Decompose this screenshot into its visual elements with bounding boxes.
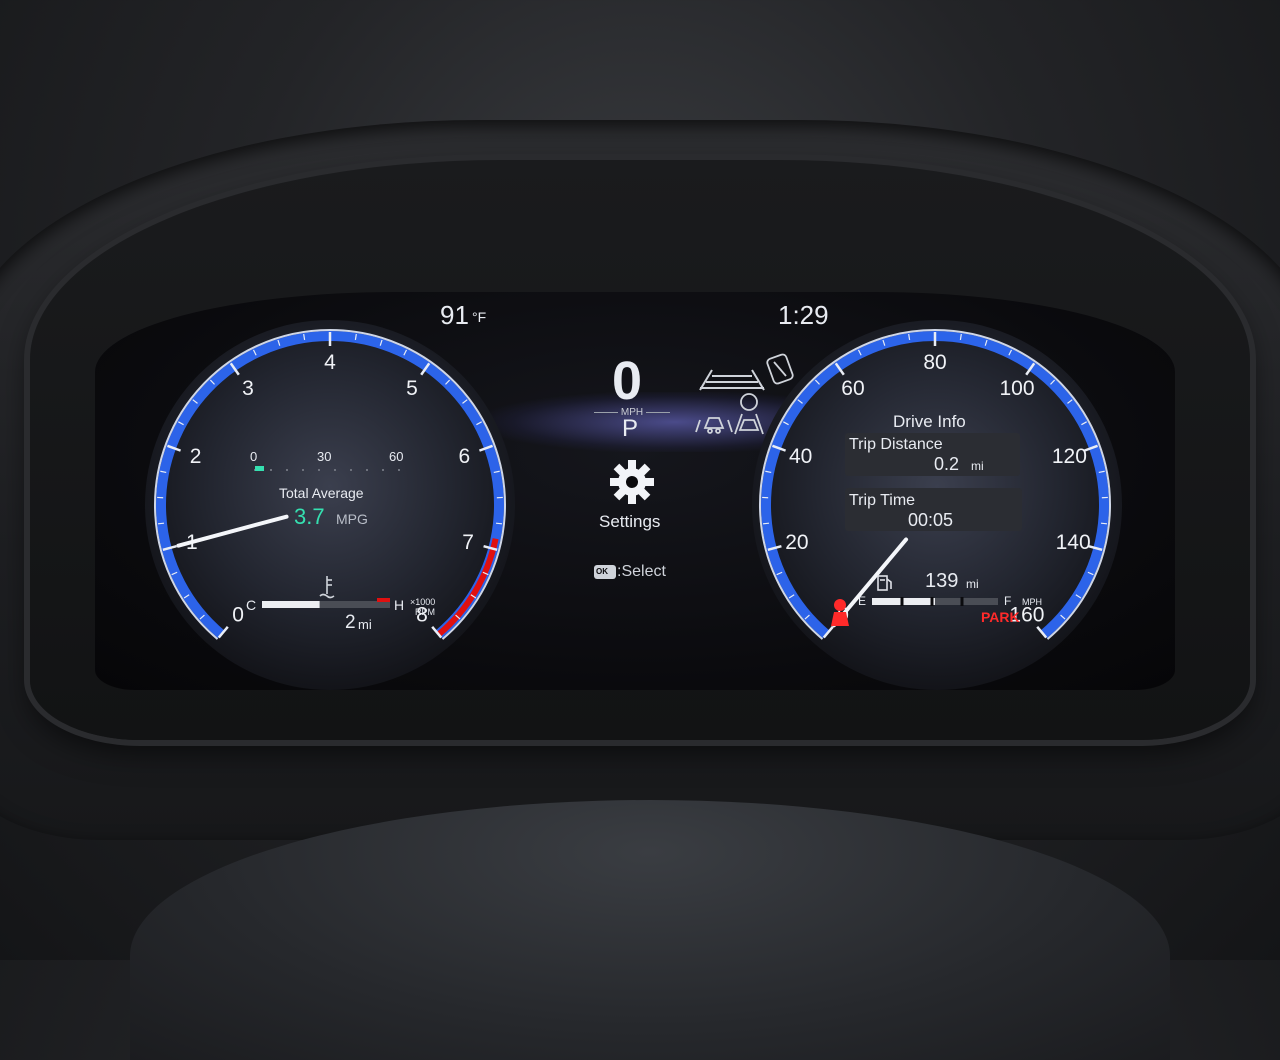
fuel-range-unit: mi	[966, 577, 979, 591]
rpm-unit: RPM	[415, 607, 435, 617]
settings-gear-icon	[610, 460, 654, 504]
coolant-temp-icon	[320, 576, 334, 598]
park-indicator: PARK	[981, 609, 1020, 625]
select-hint: :Select	[617, 563, 666, 581]
tach-label: 0	[232, 604, 244, 627]
temp-unit: °F	[472, 309, 486, 325]
pre-collision-icon	[696, 418, 732, 433]
speedo-label: 120	[1052, 445, 1087, 468]
lane-trace-icon	[700, 370, 764, 390]
speedo-label: 40	[789, 445, 812, 468]
coolant-hot-label: H	[394, 597, 404, 613]
speedo-label: 20	[785, 531, 808, 554]
mpg-scale-60: 60	[389, 449, 403, 464]
tach-tick	[496, 523, 502, 524]
trip-distance-value: 0.2	[934, 454, 959, 475]
lane-departure-icon	[735, 394, 763, 434]
coolant-cold-label: C	[246, 597, 256, 613]
speedo-label: 140	[1056, 531, 1091, 554]
fuel-pump-icon	[878, 576, 891, 590]
trip-distance-unit: mi	[971, 459, 984, 473]
mpg-scale-0: 0	[250, 449, 257, 464]
clock: 1:29	[778, 300, 829, 331]
rpm-multiplier: ×1000	[410, 597, 435, 607]
speedo-unit: MPH	[1022, 597, 1042, 607]
coolant-gauge	[262, 576, 390, 608]
mpg-scale-30: 30	[317, 449, 331, 464]
trip-odometer-unit: mi	[358, 617, 372, 632]
tach-label: 4	[324, 351, 336, 374]
fuel-full-label: F	[1004, 594, 1011, 608]
fuel-range: 139	[925, 570, 958, 593]
tach-label: 3	[242, 377, 254, 400]
tach-label: 6	[459, 445, 471, 468]
settings-label[interactable]: Settings	[599, 512, 660, 532]
tach-label: 2	[190, 445, 202, 468]
fuel-empty-label: E	[858, 594, 866, 608]
speedo-label: 60	[841, 377, 864, 400]
speedo-label: 80	[923, 351, 946, 374]
gear-indicator: P	[622, 415, 638, 443]
tach-label: 5	[406, 377, 418, 400]
speedo-tick	[1101, 523, 1107, 524]
speedo-tick	[763, 523, 769, 524]
mpg-unit: MPG	[336, 511, 368, 527]
ok-key-label: OK	[596, 567, 608, 576]
trip-distance-label: Trip Distance	[849, 436, 943, 454]
trip-time-label: Trip Time	[849, 492, 915, 510]
trip-odometer: 2	[345, 612, 356, 634]
speedo-label: 100	[999, 377, 1034, 400]
coolant-fill	[262, 601, 320, 608]
tach-tick	[158, 523, 164, 524]
mpg-scale	[254, 466, 404, 471]
outside-temp: 91	[440, 300, 469, 331]
tach-label: 7	[462, 531, 474, 554]
mpg-title: Total Average	[279, 485, 364, 501]
mpg-value: 3.7	[294, 504, 325, 530]
trip-time-value: 00:05	[908, 510, 953, 531]
drive-info-title: Drive Info	[893, 412, 966, 432]
digital-speed: 0	[612, 350, 642, 412]
driver-attention-icon	[766, 353, 794, 384]
mpg-bar	[255, 466, 264, 471]
